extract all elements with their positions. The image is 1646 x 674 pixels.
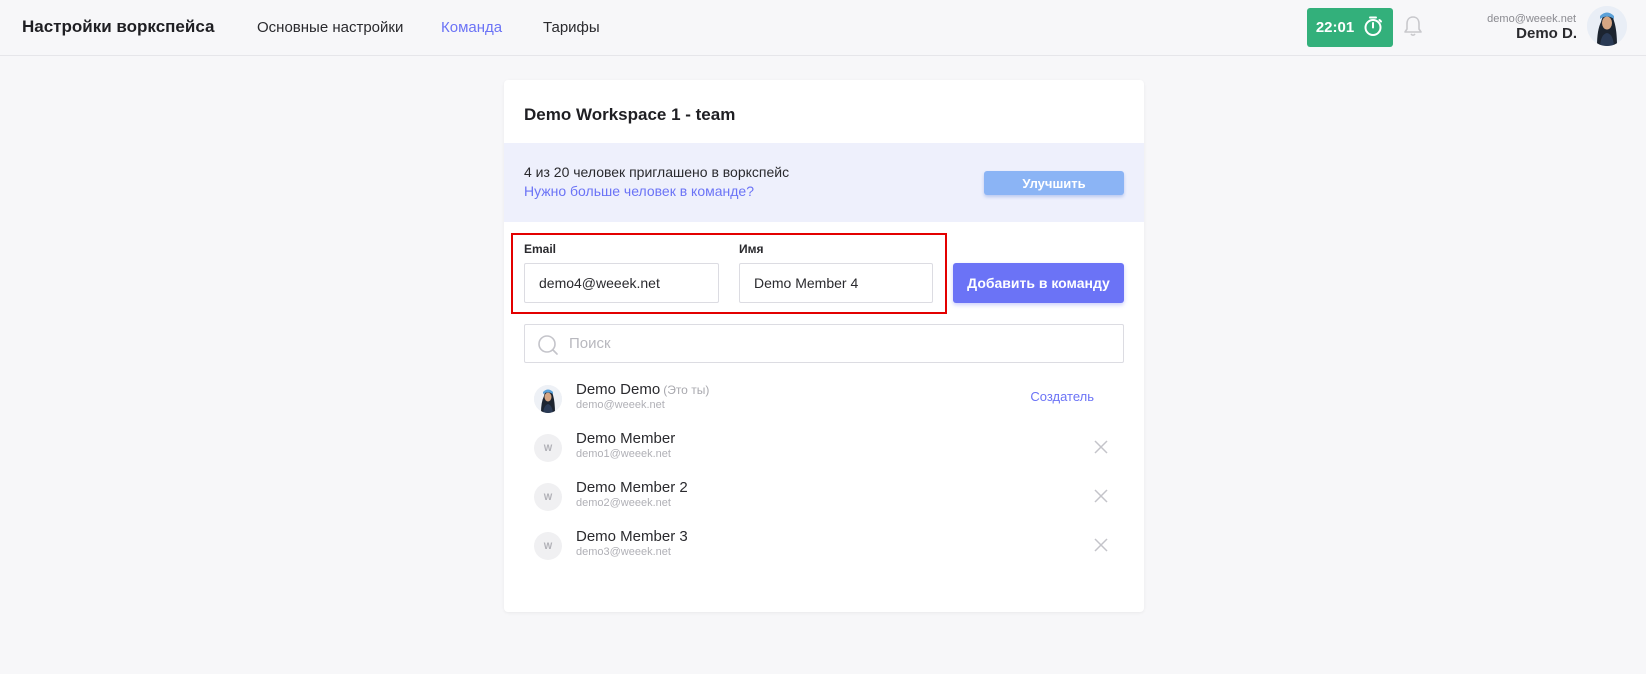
page-title: Настройки воркспейса [22,17,215,36]
timer-value: 22:01 [1315,19,1355,36]
bell-icon[interactable] [1402,14,1424,43]
close-icon[interactable] [1094,489,1108,508]
member-name: Demo Member 2 [576,479,688,496]
invite-count-text: 4 из 20 человек приглашено в воркспейс [524,164,790,180]
search-icon [537,334,559,361]
user-name: Demo D. [1516,25,1577,42]
member-name: Demo Member 3 [576,528,688,545]
search-box [524,324,1124,363]
avatar [534,385,562,413]
name-field[interactable] [739,263,933,303]
you-tag: (Это ты) [663,383,710,397]
list-item: W Demo Member demo1@weeek.net [524,426,1124,472]
user-email: demo@weeek.net [1487,13,1576,25]
member-name: Demo Member [576,430,676,447]
avatar: W [534,483,562,511]
member-email: demo@weeek.net [576,399,665,411]
close-icon[interactable] [1094,440,1108,459]
tab-general-settings[interactable]: Основные настройки [257,19,403,36]
upgrade-button[interactable]: Улучшить [984,171,1124,195]
role-label[interactable]: Создатель [1030,389,1094,404]
tab-team[interactable]: Команда [441,19,502,36]
list-item: Demo Demo (Это ты) demo@weeek.net Создате… [524,377,1124,423]
timer-button[interactable]: 22:01 [1307,8,1393,47]
close-icon[interactable] [1094,538,1108,557]
tab-plans[interactable]: Тарифы [543,19,600,36]
search-input[interactable] [569,325,1109,362]
top-header: Настройки воркспейса Основные настройки … [0,0,1646,56]
team-card: Demo Workspace 1 - team 4 из 20 человек … [504,80,1144,612]
avatar: W [534,434,562,462]
email-field[interactable] [524,263,719,303]
more-members-link[interactable]: Нужно больше человек в команде? [524,183,754,199]
add-to-team-button[interactable]: Добавить в команду [953,263,1124,303]
card-title: Demo Workspace 1 - team [524,105,736,124]
member-email: demo3@weeek.net [576,546,671,558]
stopwatch-icon [1362,15,1384,41]
member-email: demo1@weeek.net [576,448,671,460]
name-label: Имя [739,242,764,256]
email-label: Email [524,242,557,256]
list-item: W Demo Member 2 demo2@weeek.net [524,475,1124,521]
list-item: W Demo Member 3 demo3@weeek.net [524,524,1124,570]
member-email: demo2@weeek.net [576,497,671,509]
avatar[interactable] [1587,6,1627,46]
member-name: Demo Demo (Это ты) [576,381,710,398]
avatar: W [534,532,562,560]
